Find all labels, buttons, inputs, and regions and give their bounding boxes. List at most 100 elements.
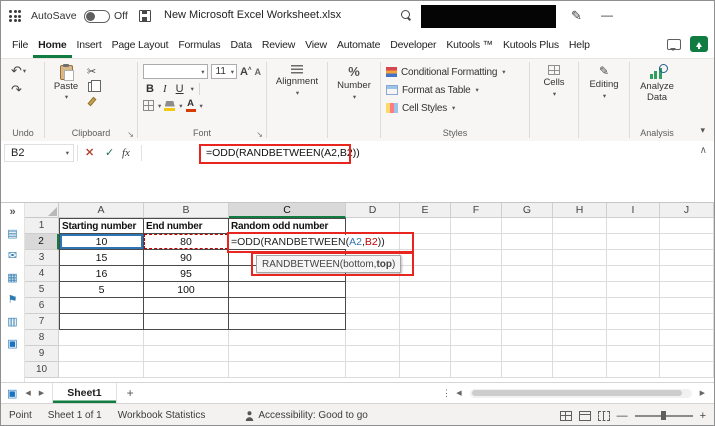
cell-I6[interactable]	[607, 298, 660, 314]
new-sheet-button[interactable]: +	[117, 386, 144, 400]
font-dialog-launcher-icon[interactable]: ↘	[256, 131, 263, 139]
fill-color-button[interactable]	[164, 101, 175, 111]
cell-A1[interactable]: Starting number	[59, 218, 144, 234]
cell-J4[interactable]	[660, 266, 714, 282]
cell-H5[interactable]	[553, 282, 607, 298]
cell-G7[interactable]	[502, 314, 553, 330]
cell-H10[interactable]	[553, 362, 607, 378]
cell-J5[interactable]	[660, 282, 714, 298]
cell-F10[interactable]	[451, 362, 502, 378]
font-name-select[interactable]: ▾	[143, 64, 208, 79]
cell-A8[interactable]	[59, 330, 144, 346]
cell-I3[interactable]	[607, 250, 660, 266]
cell-E9[interactable]	[400, 346, 451, 362]
cell-F6[interactable]	[451, 298, 502, 314]
row-header-3[interactable]: 3	[25, 250, 59, 266]
column-header-b[interactable]: B	[144, 203, 229, 218]
row-header-10[interactable]: 10	[25, 362, 59, 378]
editing-menu-button[interactable]: ✎ Editing ▾	[580, 59, 628, 141]
scrollbar-track[interactable]	[470, 389, 692, 398]
cell-A9[interactable]	[59, 346, 144, 362]
cell-F3[interactable]	[451, 250, 502, 266]
tab-splitter-icon[interactable]: ⋮	[442, 388, 451, 399]
cell-C9[interactable]	[229, 346, 346, 362]
column-header-d[interactable]: D	[346, 203, 400, 218]
search-icon[interactable]	[401, 10, 413, 22]
pane-flag-icon[interactable]: ⚑	[8, 294, 18, 306]
tab-developer[interactable]: Developer	[385, 31, 441, 58]
fill-color-dropdown-icon[interactable]: ▾	[179, 102, 182, 110]
format-as-table-button[interactable]: Format as Table ▾	[386, 81, 524, 99]
cell-D8[interactable]	[346, 330, 400, 346]
cell-B8[interactable]	[144, 330, 229, 346]
cell-I1[interactable]	[607, 218, 660, 234]
pane-grid-icon[interactable]: ▦	[7, 272, 17, 284]
cell-B10[interactable]	[144, 362, 229, 378]
font-name-dropdown-icon[interactable]: ▾	[201, 68, 204, 76]
cell-H8[interactable]	[553, 330, 607, 346]
cell-C7[interactable]	[229, 314, 346, 330]
pane-mail-icon[interactable]: ✉	[8, 250, 17, 262]
italic-button[interactable]: I	[160, 83, 170, 95]
cell-E4[interactable]	[400, 266, 451, 282]
font-color-button[interactable]: A	[186, 100, 196, 112]
undo-button[interactable]: ↶▾	[11, 63, 26, 79]
cell-D7[interactable]	[346, 314, 400, 330]
cell-D5[interactable]	[346, 282, 400, 298]
cell-I5[interactable]	[607, 282, 660, 298]
cell-B9[interactable]	[144, 346, 229, 362]
cell-E5[interactable]	[400, 282, 451, 298]
cell-C6[interactable]	[229, 298, 346, 314]
cell-E3[interactable]	[400, 250, 451, 266]
cell-A7[interactable]	[59, 314, 144, 330]
column-header-i[interactable]: I	[607, 203, 660, 218]
row-header-4[interactable]: 4	[25, 266, 59, 282]
cell-D6[interactable]	[346, 298, 400, 314]
app-launcher-icon[interactable]	[9, 10, 21, 22]
cell-D10[interactable]	[346, 362, 400, 378]
cell-H4[interactable]	[553, 266, 607, 282]
cell-B3[interactable]: 90	[144, 250, 229, 266]
conditional-formatting-button[interactable]: Conditional Formatting ▾	[386, 63, 524, 81]
undo-dropdown-icon[interactable]: ▾	[23, 68, 26, 75]
cell-A5[interactable]: 5	[59, 282, 144, 298]
underline-button[interactable]: U	[173, 83, 187, 95]
tab-home[interactable]: Home	[33, 31, 71, 58]
minimize-icon[interactable]: —	[601, 8, 613, 22]
pane-settings-icon[interactable]: ▣	[7, 338, 17, 350]
cell-F5[interactable]	[451, 282, 502, 298]
cell-C1[interactable]: Random odd number	[229, 218, 346, 234]
copy-button[interactable]: ▾	[87, 80, 100, 93]
tab-formulas[interactable]: Formulas	[173, 31, 225, 58]
cell-A2[interactable]: 10	[59, 234, 144, 250]
save-icon[interactable]	[139, 10, 151, 22]
cell-I2[interactable]	[607, 234, 660, 250]
normal-view-icon[interactable]	[560, 411, 572, 421]
cell-B2[interactable]: 80	[144, 234, 229, 250]
name-box[interactable]: B2 ▾	[4, 144, 74, 162]
cell-E10[interactable]	[400, 362, 451, 378]
column-header-g[interactable]: G	[502, 203, 553, 218]
cell-I10[interactable]	[607, 362, 660, 378]
tab-help[interactable]: Help	[564, 31, 595, 58]
cell-D1[interactable]	[346, 218, 400, 234]
scrollbar-thumb[interactable]	[472, 390, 682, 396]
tab-review[interactable]: Review	[257, 31, 300, 58]
cell-H9[interactable]	[553, 346, 607, 362]
cell-C10[interactable]	[229, 362, 346, 378]
cell-E2[interactable]	[400, 234, 451, 250]
cell-A6[interactable]	[59, 298, 144, 314]
cell-J2[interactable]	[660, 234, 714, 250]
draw-icon[interactable]: ✎	[571, 8, 582, 24]
paste-dropdown-icon[interactable]: ▾	[65, 93, 68, 101]
cell-J6[interactable]	[660, 298, 714, 314]
shrink-font-button[interactable]: A	[255, 67, 262, 77]
row-header-1[interactable]: 1	[25, 218, 59, 234]
column-header-c[interactable]: C	[229, 203, 346, 218]
name-box-dropdown-icon[interactable]: ▾	[66, 149, 69, 157]
accessibility-status[interactable]: Accessibility: Good to go	[245, 410, 368, 421]
pane-list-icon[interactable]: ▤	[7, 228, 17, 240]
cell-J3[interactable]	[660, 250, 714, 266]
row-header-2[interactable]: 2	[25, 234, 59, 250]
cell-G6[interactable]	[502, 298, 553, 314]
